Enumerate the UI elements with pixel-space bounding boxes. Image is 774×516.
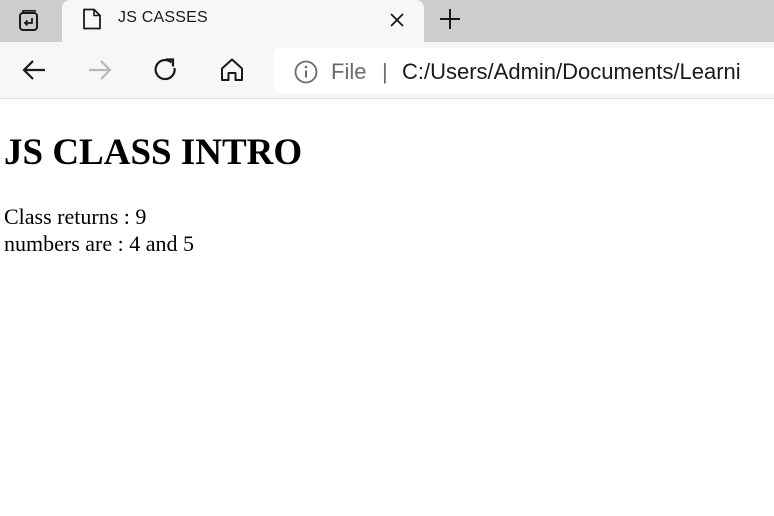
class-returns-text: Class returns : 9 <box>4 204 147 229</box>
tab-title: JS CASSES <box>118 9 208 26</box>
info-icon[interactable] <box>294 60 318 84</box>
new-tab-button[interactable] <box>436 5 464 33</box>
numbers-text: numbers are : 4 and 5 <box>4 231 194 256</box>
arrow-right-icon <box>89 60 112 80</box>
tab-strip: JS CASSES <box>0 0 774 42</box>
home-icon <box>221 58 243 81</box>
refresh-icon <box>154 58 176 81</box>
arrow-left-icon <box>22 60 45 80</box>
close-icon[interactable] <box>386 9 408 31</box>
file-scheme-label: File <box>331 59 367 84</box>
page-icon <box>83 8 101 30</box>
back-button[interactable] <box>17 53 51 87</box>
home-button[interactable] <box>215 53 249 87</box>
page-content: JS CLASS INTRO Class returns : 9 numbers… <box>0 100 774 516</box>
tab-js-casses[interactable]: JS CASSES <box>62 0 424 42</box>
plus-icon <box>440 9 460 29</box>
address-separator: | <box>382 59 388 84</box>
browser-toolbar: File | C:/Users/Admin/Documents/Learni <box>0 42 774 99</box>
refresh-button[interactable] <box>149 53 183 87</box>
url-text[interactable]: C:/Users/Admin/Documents/Learni <box>402 59 741 85</box>
page-heading: JS CLASS INTRO <box>4 132 303 173</box>
address-bar[interactable]: File | C:/Users/Admin/Documents/Learni <box>274 48 774 93</box>
tab-actions-icon[interactable] <box>0 0 58 42</box>
forward-button[interactable] <box>83 53 117 87</box>
